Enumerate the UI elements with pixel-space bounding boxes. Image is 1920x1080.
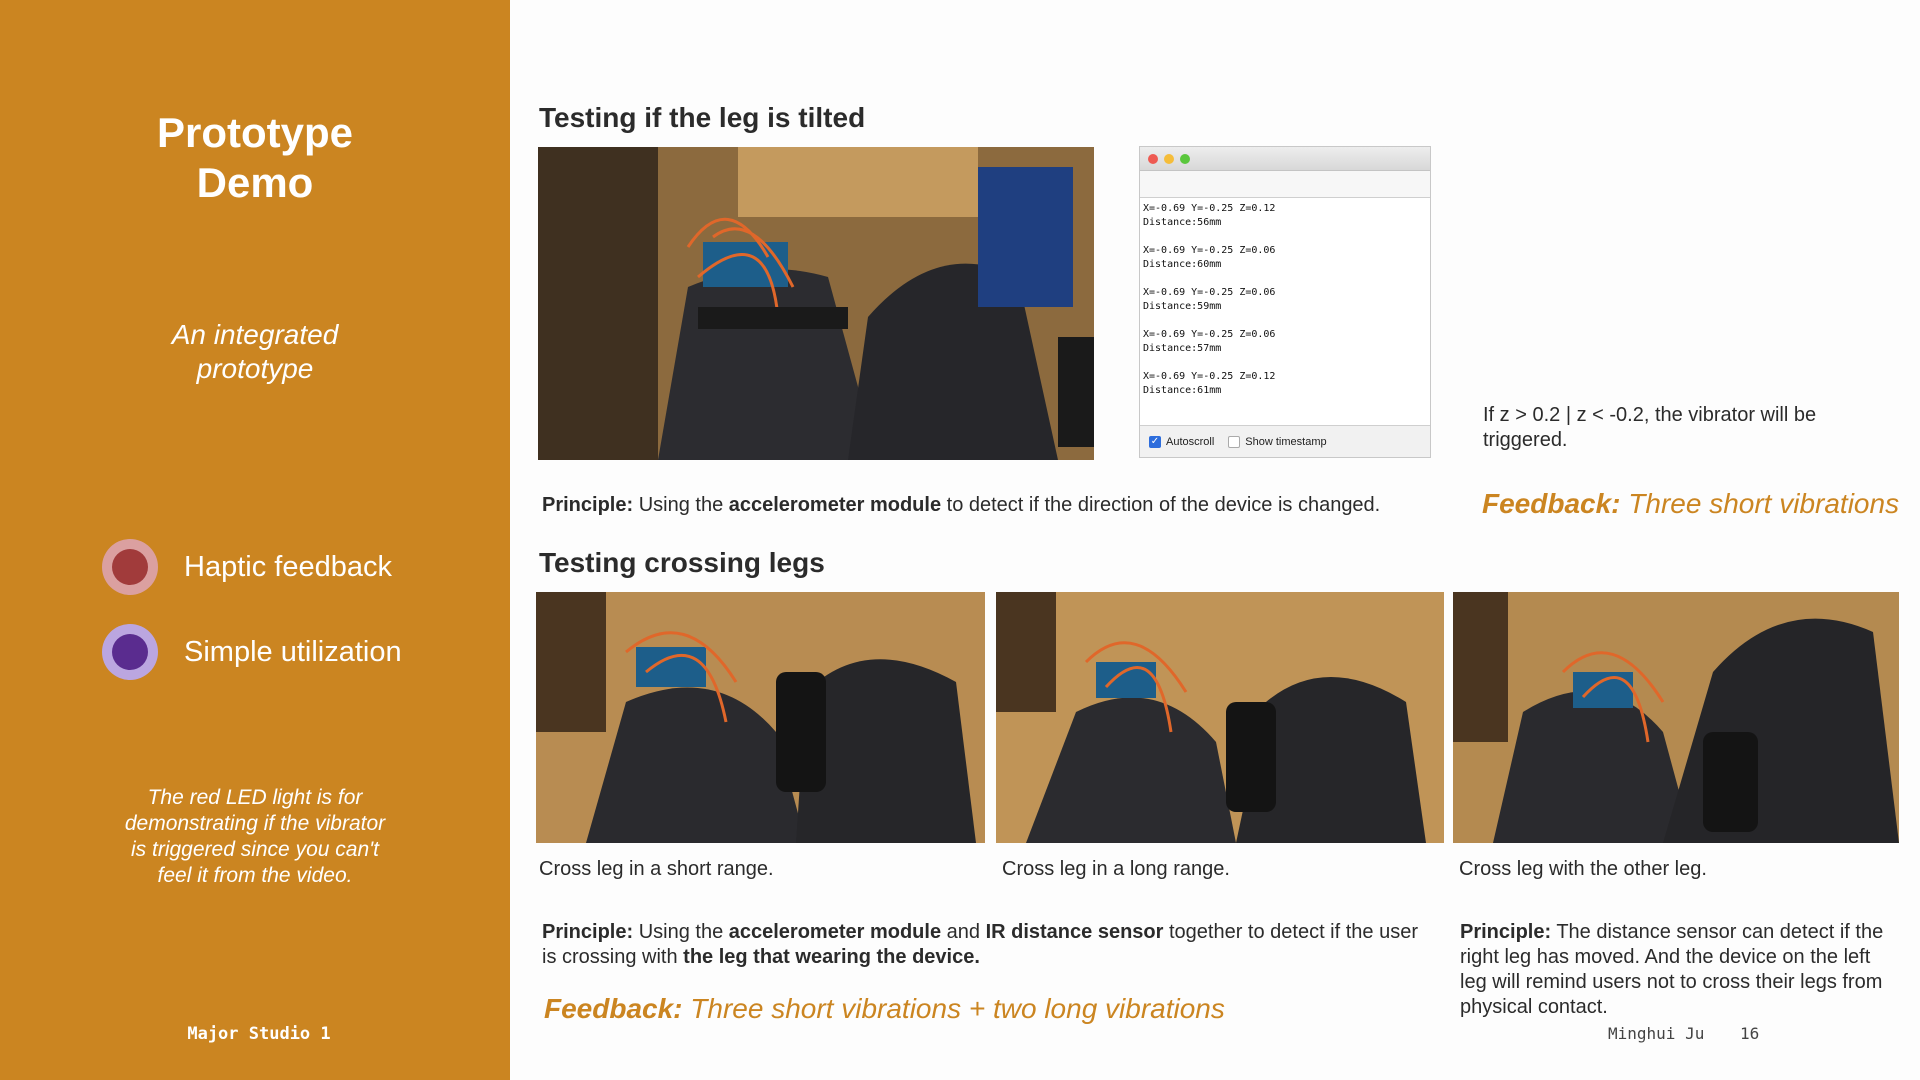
section2-feedback: Feedback: Three short vibrations + two l… — [544, 993, 1225, 1025]
autoscroll-checkbox[interactable]: ✓ — [1149, 435, 1161, 448]
serial-line: Distance:56mm — [1143, 217, 1222, 228]
feature-simple-utilization: Simple utilization — [102, 622, 402, 682]
principle-text: Using the — [633, 921, 729, 943]
led-note: The red LED light is for demonstrating i… — [124, 786, 386, 887]
sidebar: Prototype Demo An integrated prototype H… — [0, 0, 510, 1080]
feedback-label: Feedback: — [1482, 488, 1621, 519]
maximize-window-icon[interactable] — [1180, 153, 1190, 164]
serial-line: X=-0.69 Y=-0.25 Z=0.12 — [1143, 203, 1276, 214]
serial-options-bar: ✓ Autoscroll Show timestamp — [1140, 425, 1430, 457]
serial-line: X=-0.69 Y=-0.25 Z=0.06 — [1143, 287, 1276, 298]
serial-line: Distance:57mm — [1143, 343, 1222, 354]
slide-subtitle-line2: prototype — [196, 353, 314, 384]
feature-bullet-icon — [102, 624, 158, 680]
slide-title-line2: Demo — [196, 159, 314, 206]
feature-label: Haptic feedback — [184, 550, 392, 583]
serial-input-field[interactable] — [1140, 171, 1430, 198]
trigger-condition-note: If z > 0.2 | z < -0.2, the vibrator will… — [1483, 404, 1817, 451]
caption-short-range: Cross leg in a short range. — [539, 858, 774, 880]
principle-bold: accelerometer module — [728, 494, 942, 516]
cross-leg-other-photo — [1453, 592, 1899, 843]
serial-output: X=-0.69 Y=-0.25 Z=0.12 Distance:56mm X=-… — [1140, 198, 1430, 402]
serial-line: X=-0.69 Y=-0.25 Z=0.12 — [1143, 371, 1276, 382]
principle-bold: the leg that wearing the device. — [683, 946, 980, 968]
timestamp-checkbox[interactable] — [1228, 435, 1241, 448]
feedback-text: Three short vibrations — [1620, 488, 1900, 519]
course-footer: Major Studio 1 — [187, 1024, 331, 1044]
section2-principle-other-leg: Principle: The distance sensor can detec… — [1460, 920, 1890, 1020]
serial-line: X=-0.69 Y=-0.25 Z=0.06 — [1143, 245, 1276, 256]
timestamp-label: Show timestamp — [1245, 435, 1327, 448]
principle-text: Using the — [633, 494, 729, 516]
feedback-text: Three short vibrations + two long vibrat… — [682, 993, 1225, 1024]
page-number: 16 — [1740, 1024, 1760, 1043]
section2-principle: Principle: Using the accelerometer modul… — [542, 920, 1432, 970]
section2-heading: Testing crossing legs — [539, 547, 825, 578]
tilt-test-photo — [538, 147, 1094, 460]
principle-label: Principle: — [542, 921, 634, 943]
autoscroll-label: Autoscroll — [1166, 435, 1215, 448]
feedback-label: Feedback: — [544, 993, 683, 1024]
principle-label: Principle: — [1460, 921, 1552, 943]
window-titlebar — [1140, 147, 1430, 171]
caption-other-leg: Cross leg with the other leg. — [1459, 858, 1707, 880]
slide-title-line1: Prototype — [156, 109, 353, 156]
feature-bullet-icon — [102, 539, 158, 595]
section1-principle: Principle: Using the accelerometer modul… — [542, 493, 1442, 518]
principle-text: and — [941, 921, 986, 943]
feature-haptic-feedback: Haptic feedback — [102, 537, 392, 597]
serial-line: Distance:60mm — [1143, 259, 1222, 270]
section1-heading: Testing if the leg is tilted — [539, 102, 866, 133]
principle-label: Principle: — [542, 494, 634, 516]
cross-leg-short-photo — [536, 592, 985, 843]
author-name: Minghui Ju — [1608, 1024, 1705, 1043]
principle-text: to detect if the direction of the device… — [941, 494, 1381, 516]
caption-long-range: Cross leg in a long range. — [1002, 858, 1230, 880]
principle-bold: IR distance sensor — [985, 921, 1164, 943]
serial-line: X=-0.69 Y=-0.25 Z=0.06 — [1143, 329, 1276, 340]
slide-title: Prototype Demo — [0, 108, 510, 208]
serial-line: Distance:59mm — [1143, 301, 1222, 312]
section1-feedback: Feedback: Three short vibrations — [1482, 488, 1899, 520]
serial-monitor-window: X=-0.69 Y=-0.25 Z=0.12 Distance:56mm X=-… — [1139, 146, 1431, 458]
principle-bold: accelerometer module — [728, 921, 942, 943]
slide-subtitle-line1: An integrated — [171, 319, 339, 350]
minimize-window-icon[interactable] — [1164, 153, 1174, 164]
close-window-icon[interactable] — [1148, 153, 1158, 164]
serial-line: Distance:61mm — [1143, 385, 1222, 396]
cross-leg-long-photo — [996, 592, 1444, 843]
feature-label: Simple utilization — [184, 635, 402, 668]
slide-subtitle: An integrated prototype — [0, 318, 510, 386]
